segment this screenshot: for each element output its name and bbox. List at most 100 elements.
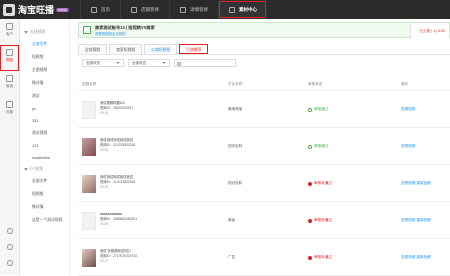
action-links[interactable]: 查看视频 重新投稿 — [401, 255, 431, 260]
status-cell: 审核未通过 — [308, 181, 401, 186]
table-row: 测试测试测试测试测试 视频ID：214743832018 00:30 知识百科 审核通过… — [78, 129, 450, 165]
account-title: 商家测试账号14 | 短视频VS商家 — [95, 24, 155, 30]
video-meta: aaaaaaaaaaaa 视频ID：2689662082401 00:25 — [100, 212, 137, 227]
status-text: 审核通过 — [314, 144, 329, 148]
status-select-2[interactable]: 全部状态 — [128, 59, 170, 67]
account-avatar — [83, 26, 91, 34]
video-name-cell: 测试视频标题111 视频ID：25674200017 00:15 — [78, 100, 228, 119]
action-links[interactable]: 查看视频 重新投稿 — [401, 218, 431, 223]
top-bar: 淘宝旺播 体验版 首页 店铺装修 详情装修 素材中心 — [0, 0, 450, 19]
video-name-cell: 测试测试测试测试测试 视频ID：214743832018 00:30 — [78, 137, 228, 156]
nav-material-center[interactable]: 素材中心 — [218, 0, 267, 19]
table-row: 测试测试测试测试测试 视频ID：214743832018 00:20 知识百科 审核未通… — [78, 166, 450, 202]
platform-cell: 广告 — [228, 255, 236, 259]
search-input[interactable] — [174, 59, 236, 67]
nav-detail-label: 详情装修 — [190, 6, 208, 12]
video-thumbnail[interactable] — [82, 174, 96, 193]
action-links[interactable]: 查看视频 — [401, 144, 415, 149]
folder-item[interactable]: pc — [20, 103, 69, 115]
video-thumbnail[interactable] — [82, 211, 96, 230]
action-links[interactable]: 查看视频 — [401, 107, 415, 112]
folder-tree: 无线视频 全部文件 短视频 主图视频 微详情 测试 pc 333 测试视频 12… — [20, 19, 89, 275]
logo-icon — [3, 3, 15, 16]
video-duration: 00:30 — [100, 147, 109, 152]
video-meta: 测试测试测试测试测试 视频ID：214743832018 00:30 — [100, 138, 135, 153]
header-status: 审核状态 — [308, 82, 323, 86]
folder-item[interactable]: 全部文件 — [20, 38, 69, 51]
video-duration: 00:15 — [100, 110, 109, 115]
account-card: 商家测试账号14 | 短视频VS商家 查看短视频合法规则 已上线 | 1 | 3… — [78, 22, 450, 39]
header-action: 操作 — [401, 82, 409, 86]
group-label: PC视频 — [30, 167, 43, 171]
folder-item[interactable]: 全部文件 — [20, 175, 69, 188]
status-text: 审核未通过 — [314, 218, 332, 222]
folder-item[interactable]: 短视频 — [20, 188, 69, 201]
error-icon — [308, 218, 312, 223]
folder-item[interactable]: 测试 — [20, 90, 69, 103]
logout-icon[interactable] — [7, 260, 13, 266]
sidebar-item-customer[interactable]: 客户 — [0, 19, 19, 45]
detail-icon — [180, 6, 186, 13]
folder-group-mobile[interactable]: 无线视频 — [20, 27, 69, 38]
account-status: 已上线 | 1 | 3:00 — [419, 28, 445, 33]
header-name: 视频名称 — [82, 82, 97, 86]
user-icon[interactable] — [7, 244, 13, 250]
table-row: 测试视频标题111 视频ID：25674200017 00:15 微淘淘宝 审核通过 查看… — [78, 92, 450, 128]
platform-cell: 知识百科 — [228, 181, 243, 185]
sidebar-item-marketing[interactable]: 营销 — [0, 71, 19, 97]
tab-merchant[interactable]: 商家短视频 — [109, 43, 143, 54]
tab-all[interactable]: 全部视频 — [78, 43, 108, 54]
folder-item[interactable]: 微详情 — [20, 201, 69, 214]
video-duration: 00:25 — [100, 221, 109, 226]
marketing-icon — [6, 75, 13, 82]
sidebar-item-video[interactable]: 视频 — [0, 45, 19, 71]
folder-item[interactable]: 这是一个测试视频 — [20, 214, 69, 227]
search-icon — [177, 61, 181, 66]
nav-home-label: 首页 — [101, 6, 110, 12]
action-links[interactable]: 查看视频 重新投稿 — [401, 181, 431, 186]
help-icon[interactable] — [7, 228, 13, 234]
header-platform: 平台名称 — [228, 82, 243, 86]
tab-traffic[interactable]: 引流推荐 — [179, 43, 209, 54]
nav-detail-decor[interactable]: 详情装修 — [169, 0, 218, 19]
table-header: 视频名称 平台名称 审核状态 操作 — [78, 79, 450, 91]
rules-link[interactable]: 查看短视频合法规则 — [95, 31, 155, 36]
sidebar-item-settings[interactable]: 设置 — [0, 97, 19, 123]
folder-item[interactable]: 主图视频 — [20, 64, 69, 77]
filter-bar: 全部状态 全部状态 — [82, 59, 236, 69]
nav-home[interactable]: 首页 — [80, 0, 120, 19]
video-name-cell: 测试 长视频测试3位1 视频ID：2710075324710 00:27 — [78, 248, 228, 267]
sidebar-bottom — [0, 223, 20, 271]
folder-item[interactable]: dsadfwfaw — [20, 152, 69, 164]
table-row: 测试 长视频测试3位1 视频ID：2710075324710 00:27 广告 审核未通… — [78, 240, 450, 276]
platform-cell: 微淘淘宝 — [228, 107, 243, 111]
video-icon — [6, 49, 13, 56]
folder-item[interactable]: 测试视频 — [20, 127, 69, 140]
folder-item[interactable]: 333 — [20, 115, 69, 127]
sidebar-label: 营销 — [6, 84, 13, 88]
main-content: 商家测试账号14 | 短视频VS商家 查看短视频合法规则 已上线 | 1 | 3… — [70, 19, 450, 276]
folder-item[interactable]: 短视频 — [20, 51, 69, 64]
folder-item[interactable]: 微详情 — [20, 77, 69, 90]
gear-icon — [6, 101, 13, 108]
video-meta: 测试 长视频测试3位1 视频ID：2710075324710 00:27 — [100, 249, 137, 264]
status-text: 审核未通过 — [314, 255, 332, 259]
tab-public[interactable]: 公域短视频 — [144, 43, 178, 54]
folder-icon — [229, 6, 235, 13]
status-cell: 审核通过 — [308, 144, 401, 149]
status-select-1[interactable]: 全部状态 — [82, 59, 124, 67]
app-logo[interactable]: 淘宝旺播 体验版 — [0, 0, 75, 19]
nav-shop-decor[interactable]: 店铺装修 — [120, 0, 169, 19]
folder-group-pc[interactable]: PC视频 — [20, 164, 69, 175]
video-thumbnail[interactable] — [82, 137, 96, 156]
video-duration: 00:20 — [100, 184, 109, 189]
caret-down-icon — [24, 168, 28, 171]
folder-item[interactable]: 123 — [20, 140, 69, 152]
check-icon — [308, 144, 312, 149]
caret-down-icon — [24, 31, 28, 34]
table-row: aaaaaaaaaaaa 视频ID：2689662082401 00:25 美妆 审核未… — [78, 203, 450, 239]
status-text: 审核通过 — [314, 107, 329, 111]
video-thumbnail[interactable] — [82, 100, 96, 119]
video-duration: 00:27 — [100, 258, 109, 263]
video-thumbnail[interactable] — [82, 248, 96, 267]
